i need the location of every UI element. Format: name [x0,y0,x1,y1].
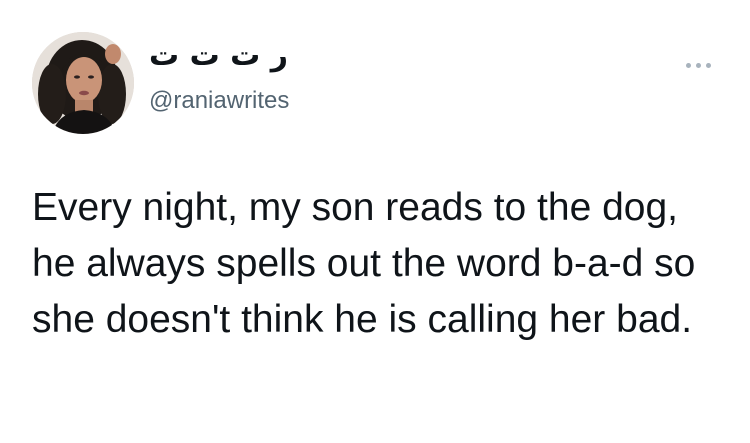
tweet-card[interactable]: ر ت ت ت @raniawrites Every night, my son… [0,0,750,443]
author-display-name[interactable]: ر ت ت ت [149,36,288,76]
more-dot [705,62,711,68]
avatar-photo-icon [32,32,134,134]
author-handle[interactable]: @raniawrites [149,85,289,117]
more-dot [695,62,701,68]
author-avatar[interactable] [32,32,134,134]
tweet-text: Every night, my son reads to the dog, he… [32,186,696,341]
more-dot [685,62,691,68]
more-options-icon[interactable] [678,55,718,75]
